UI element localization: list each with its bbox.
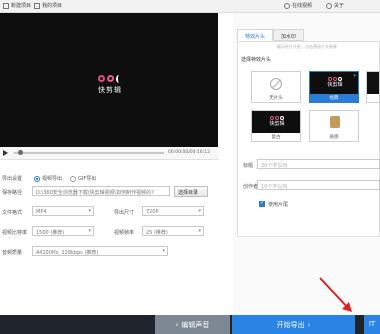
retro-preview: 快剪辑: [252, 111, 300, 133]
edit-sound-button[interactable]: ‹ 编辑声音: [155, 315, 230, 334]
intro-thumb-classic[interactable]: 快剪辑 经典: [309, 71, 359, 103]
radio-icon: [70, 175, 76, 182]
video-export-radio[interactable]: 视频导出: [34, 175, 62, 182]
brand-logo: 快剪辑: [92, 75, 128, 95]
start-export-button[interactable]: 开始导出 ›: [232, 315, 355, 334]
size-label: 导出尺寸: [114, 210, 135, 216]
new-project-icon: [3, 2, 9, 9]
section-title: 选择特效片头: [241, 57, 272, 63]
author-label: 创作者: [243, 184, 259, 190]
top-toolbar: 新建项目 我的项目 在线视频 关于: [0, 0, 380, 13]
brand-mark-icon: [92, 75, 128, 83]
format-row: 文件格式 MP4 导出尺寸 720P: [0, 206, 218, 218]
intro-thumb-retro[interactable]: 快剪辑 复古: [251, 110, 301, 142]
chevron-left-icon: ‹: [175, 320, 179, 329]
help-icon: [284, 2, 290, 9]
classic-preview: 快剪辑: [310, 72, 358, 94]
use-outro-row: 使用片尾: [233, 199, 380, 210]
about-link[interactable]: 关于: [326, 2, 344, 9]
play-icon[interactable]: [3, 150, 8, 156]
bitrate-label: 视频比特率: [2, 230, 28, 236]
save-path-row: 保存路径 D:\360安全浏览器下载\快剪辑视频\如何制作视频的? 选择目录: [0, 186, 218, 198]
title-row: 标题 20个字以内: [233, 159, 380, 170]
mini-brand-name-2: 快剪辑: [269, 121, 285, 127]
gif-export-radio[interactable]: GIF导出: [70, 175, 96, 182]
progress-track[interactable]: [14, 152, 164, 154]
bitrate-row: 视频比特率 1500 (推荐) 视频帧率 25 (推荐): [0, 226, 218, 238]
intro-thumb-texture[interactable]: 质感: [309, 110, 359, 142]
video-preview[interactable]: 快剪辑: [0, 13, 218, 159]
save-path-label: 保存路径: [2, 190, 23, 196]
author-input[interactable]: 10个字以内: [257, 180, 380, 190]
save-path-field[interactable]: D:\360安全浏览器下载\快剪辑视频\如何制作视频的?: [32, 186, 170, 196]
title-input[interactable]: 20个字以内: [257, 159, 380, 169]
progress-handle[interactable]: [18, 150, 23, 155]
browse-button[interactable]: 选择目录: [174, 186, 208, 197]
format-label: 文件格式: [2, 210, 23, 216]
chevron-right-icon: ›: [307, 320, 311, 329]
intro-thumb-partial[interactable]: [366, 71, 380, 103]
fps-select[interactable]: 25 (推荐): [142, 226, 204, 236]
tab-watermark[interactable]: 加水印: [273, 29, 305, 41]
radio-selected-icon: [34, 175, 40, 182]
checkbox-checked-icon[interactable]: [259, 200, 265, 207]
playback-time: 00:00:00/00:16:12: [168, 150, 210, 155]
fps-label: 视频帧率: [114, 230, 135, 236]
audio-label: 音频质量: [2, 250, 23, 256]
info-icon: [326, 2, 332, 9]
intro-tabs: 特效片头 加水印: [237, 29, 305, 41]
intro-hint: 展示在片头处，点击预览片头效果: [277, 44, 337, 49]
author-row: 创作者 10个字以内: [233, 180, 380, 191]
bitrate-select[interactable]: 1500 (推荐): [32, 226, 94, 236]
export-type-row: 导出设置 视频导出 GIF导出: [0, 172, 218, 184]
title-label: 标题: [243, 163, 254, 169]
folder-icon: [34, 2, 40, 9]
audio-row: 音频质量 44100Hz, 128kbps (推荐): [0, 246, 218, 258]
new-project-button[interactable]: 新建项目: [3, 2, 31, 9]
use-outro-label: 使用片尾: [268, 202, 289, 208]
intro-thumb-none[interactable]: 无片头: [251, 71, 301, 103]
format-select[interactable]: MP4: [32, 206, 94, 216]
export-settings-label: 导出设置: [2, 176, 23, 182]
my-projects-button[interactable]: 我的项目: [34, 2, 62, 9]
audio-select[interactable]: 44100Hz, 128kbps (推荐): [32, 246, 168, 256]
mini-brand-name: 快剪辑: [327, 82, 343, 88]
no-intro-icon: [270, 78, 282, 90]
tab-intro-effect[interactable]: 特效片头: [237, 29, 274, 41]
size-select[interactable]: 720P: [142, 206, 204, 216]
red-arrow-icon: [319, 277, 352, 312]
player-controls: 00:00:00/00:16:12: [0, 147, 218, 160]
side-badge: IT: [364, 315, 380, 334]
help-video-link[interactable]: 在线视频: [284, 2, 312, 9]
gift-icon: [330, 116, 340, 128]
bottom-bar: ‹ 编辑声音 开始导出 › IT: [0, 315, 380, 334]
brand-name: 快剪辑: [98, 86, 122, 94]
